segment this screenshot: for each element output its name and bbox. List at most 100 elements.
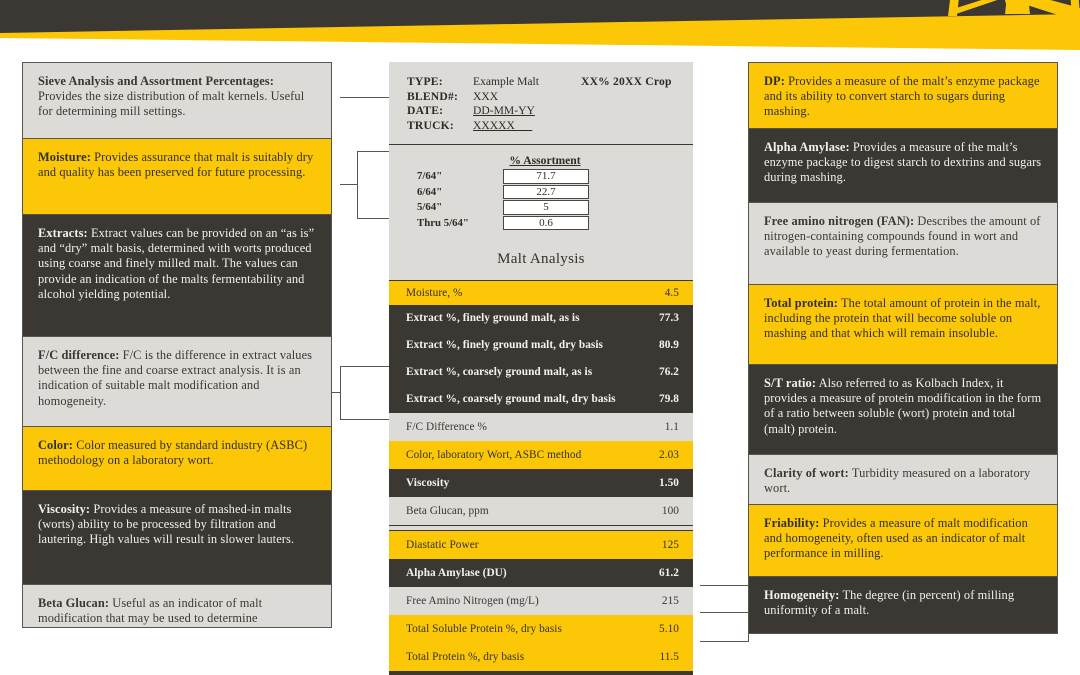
table-row: Extract %, coarsely ground malt, dry bas… <box>389 385 693 413</box>
header-banner <box>0 0 1080 56</box>
row-value: 79.8 <box>659 393 679 406</box>
connector-assortment-bracket <box>357 151 393 219</box>
table-row: Moisture, % 4.5 <box>389 281 693 305</box>
table-row: Diastatic Power 125 <box>389 530 693 559</box>
note-dp: DP: Provides a measure of the malt’s enz… <box>748 62 1058 128</box>
note-friability: Friability: Provides a measure of malt m… <box>748 504 1058 576</box>
note-term: Alpha Amylase: <box>764 140 850 154</box>
connector-fc-stub <box>331 392 341 393</box>
row-value: 215 <box>661 594 679 607</box>
id-value: XXX <box>473 89 499 103</box>
assortment-row: 7/64" 71.7 <box>389 169 693 184</box>
row-label: Total Soluble Protein %, dry basis <box>406 622 562 635</box>
row-label: Extract %, coarsely ground malt, dry bas… <box>406 393 616 406</box>
assortment-row: 5/64" 5 <box>389 200 693 215</box>
id-value: Example Malt <box>473 75 540 88</box>
note-beta-glucan: Beta Glucan: Useful as an indicator of m… <box>22 584 332 628</box>
right-notes-column: DP: Provides a measure of the malt’s enz… <box>748 62 1058 634</box>
row-value: 80.9 <box>659 339 679 352</box>
assortment-block: % Assortment 7/64" 71.7 6/64" 22.7 5/64"… <box>389 145 693 240</box>
connector-friability-bracket <box>700 585 749 642</box>
row-value: 1.50 <box>659 476 679 489</box>
note-viscosity: Viscosity: Provides a measure of mashed-… <box>22 490 332 584</box>
table-row: F/C Difference % 1.1 <box>389 412 693 441</box>
row-value: 125 <box>661 538 679 551</box>
extract-group: Extract %, finely ground malt, as is 77.… <box>389 304 693 413</box>
row-label: Extract %, coarsely ground malt, as is <box>406 366 593 379</box>
note-total-protein: Total protein: The total amount of prote… <box>748 284 1058 364</box>
assortment-value: 22.7 <box>503 184 589 200</box>
note-term: Friability: <box>764 516 820 530</box>
note-extracts: Extracts: Extract values can be provided… <box>22 214 332 336</box>
assortment-value: 5 <box>503 200 589 215</box>
note-term: S/T ratio: <box>764 376 817 390</box>
row-value: 5.10 <box>659 622 679 635</box>
assortment-header: % Assortment <box>509 154 581 168</box>
table-row: Total Soluble Protein %, dry basis 5.10 <box>389 614 693 643</box>
table-row: Alpha Amylase (DU) 61.2 <box>389 558 693 587</box>
row-label: Diastatic Power <box>406 538 479 551</box>
table-row: Free Amino Nitrogen (mg/L) 215 <box>389 586 693 615</box>
note-st-ratio: S/T ratio: Also referred to as Kolbach I… <box>748 364 1058 454</box>
row-label: Free Amino Nitrogen (mg/L) <box>406 594 539 607</box>
connector-friability-stub <box>700 612 748 613</box>
left-notes-column: Sieve Analysis and Assortment Percentage… <box>22 62 332 628</box>
id-row-type: TYPE: Example Malt XX% 20XX Crop <box>407 75 693 90</box>
table-row: Viscosity 1.50 <box>389 468 693 497</box>
note-term: Clarity of wort: <box>764 466 849 480</box>
table-row: Extract %, finely ground malt, dry basis… <box>389 331 693 359</box>
assortment-value: 71.7 <box>503 169 589 184</box>
row-label: F/C Difference % <box>406 420 487 433</box>
assortment-size: 6/64" <box>417 185 443 198</box>
connector-sieve <box>340 97 392 98</box>
row-label: Color, laboratory Wort, ASBC method <box>406 448 582 461</box>
identification-block: TYPE: Example Malt XX% 20XX Crop BLEND#:… <box>389 62 693 144</box>
row-label: Alpha Amylase (DU) <box>406 566 507 579</box>
note-term: Viscosity: <box>38 502 91 516</box>
row-value: 4.5 <box>664 287 679 300</box>
row-value: 2.03 <box>659 448 679 461</box>
table-row: Extract %, finely ground malt, as is 77.… <box>389 304 693 332</box>
assortment-row: 6/64" 22.7 <box>389 184 693 200</box>
connector-assortment-stub <box>340 184 358 185</box>
analysis-table-block-2: Diastatic Power 125 Alpha Amylase (DU) 6… <box>389 529 693 675</box>
note-color: Color: Color measured by standard indust… <box>22 426 332 490</box>
row-value: 11.5 <box>659 650 679 663</box>
row-value: 76.2 <box>659 366 679 379</box>
assortment-size: 5/64" <box>417 201 443 214</box>
id-label: DATE: <box>407 104 444 118</box>
malt-analysis-title: Malt Analysis <box>497 251 585 268</box>
row-value: 1.1 <box>664 420 679 433</box>
note-text: Color measured by standard industry (ASB… <box>38 438 308 468</box>
note-term: Total protein: <box>764 296 839 310</box>
id-row-truck: TRUCK: XXXXX <box>407 119 693 134</box>
row-label: Extract %, finely ground malt, dry basis <box>406 339 603 352</box>
table-row: Total Protein %, dry basis 11.5 <box>389 642 693 671</box>
note-homogeneity: Homogeneity: The degree (in percent) of … <box>748 576 1058 634</box>
malt-certificate-panel: TYPE: Example Malt XX% 20XX Crop BLEND#:… <box>389 62 693 675</box>
connector-fc-bracket <box>340 366 391 420</box>
note-alpha-amylase: Alpha Amylase: Provides a measure of the… <box>748 128 1058 202</box>
note-clarity-of-wort: Clarity of wort: Turbidity measured on a… <box>748 454 1058 504</box>
note-term: Free amino nitrogen (FAN): <box>764 214 915 228</box>
row-label: Total Protein %, dry basis <box>406 650 525 663</box>
id-label: TRUCK: <box>407 118 454 132</box>
malt-analysis-infographic: Sieve Analysis and Assortment Percentage… <box>0 0 1080 675</box>
note-fc-difference: F/C difference: F/C is the difference in… <box>22 336 332 426</box>
row-value: 100 <box>661 504 679 517</box>
row-value: 77.3 <box>659 312 679 325</box>
id-row-date: DATE: DD-MM-YY <box>407 104 693 119</box>
row-value: 61.2 <box>659 566 679 579</box>
id-value: XXXXX <box>473 118 533 132</box>
id-row-blend: BLEND#: XXX <box>407 90 693 105</box>
assortment-value: 0.6 <box>503 215 589 231</box>
row-label: Extract %, finely ground malt, as is <box>406 312 580 325</box>
note-term: Beta Glucan: <box>38 596 110 610</box>
note-sieve-analysis: Sieve Analysis and Assortment Percentage… <box>22 62 332 138</box>
note-term: Homogeneity: <box>764 588 840 602</box>
note-text: Provides a measure of the malt’s enzyme … <box>764 74 1040 119</box>
id-value: DD-MM-YY <box>473 104 535 118</box>
note-term: F/C difference: <box>38 348 120 362</box>
note-fan: Free amino nitrogen (FAN): Describes the… <box>748 202 1058 284</box>
row-label: Moisture, % <box>406 287 463 300</box>
